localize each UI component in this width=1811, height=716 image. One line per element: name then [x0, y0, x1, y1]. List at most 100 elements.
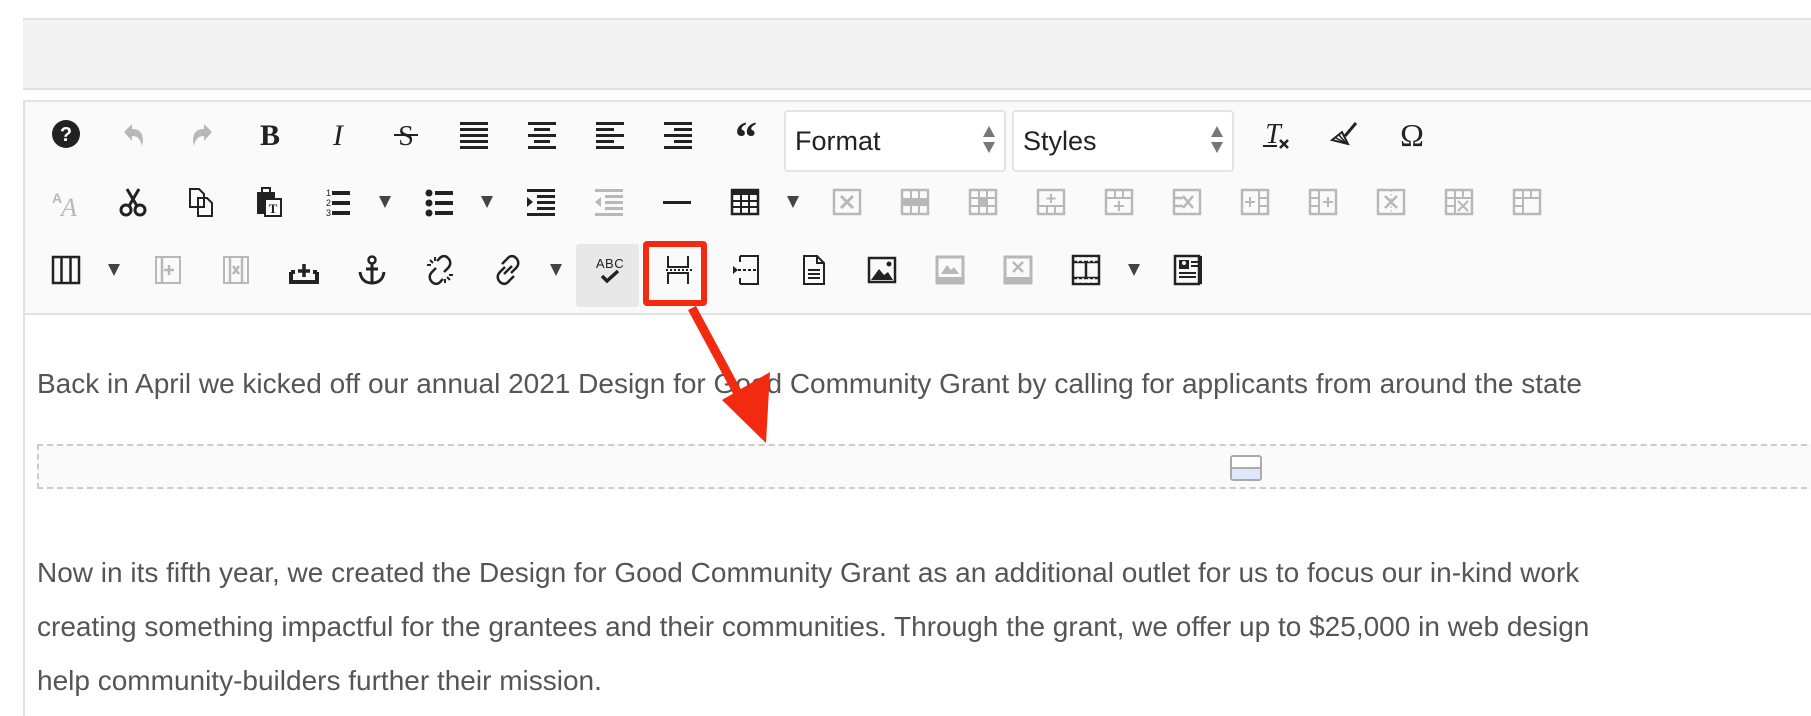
align-right-button[interactable] — [658, 114, 698, 154]
image-button[interactable] — [862, 250, 902, 290]
svg-text:T: T — [269, 201, 278, 216]
insert-col-before-icon — [1240, 188, 1270, 216]
insert-col-after-icon — [1308, 188, 1338, 216]
redo-icon — [193, 124, 212, 146]
image-remove-icon — [1003, 255, 1033, 285]
table-icon — [730, 188, 760, 216]
dropdown-arrow-icon[interactable] — [1128, 264, 1140, 276]
outdent-icon — [595, 189, 623, 216]
svg-text:ABC: ABC — [596, 256, 624, 271]
insert-col-after-button[interactable] — [1303, 182, 1343, 222]
numbered-list-icon: 123 — [326, 188, 350, 218]
bold-button[interactable]: B — [250, 114, 290, 154]
image-remove-button[interactable] — [998, 250, 1038, 290]
columns-icon — [51, 255, 81, 285]
align-left-button[interactable] — [590, 114, 630, 154]
dropdown-arrow-icon[interactable] — [108, 264, 120, 276]
delete-table-button[interactable] — [827, 182, 867, 222]
font-size-icon: AA — [52, 190, 77, 218]
copy-button[interactable] — [181, 182, 221, 222]
add-column-icon — [155, 256, 181, 284]
columns-button[interactable] — [46, 250, 86, 290]
spellcheck-abc-button[interactable]: ABC — [590, 250, 630, 290]
dropdown-arrow-icon[interactable] — [550, 264, 562, 276]
contact-card-icon — [1173, 254, 1202, 286]
delete-row-button[interactable] — [1167, 182, 1207, 222]
split-cell-icon — [1444, 188, 1474, 216]
remove-column-button[interactable] — [216, 250, 256, 290]
image-icon — [867, 256, 897, 284]
help-button[interactable]: ? — [46, 114, 86, 154]
insert-col-before-button[interactable] — [1235, 182, 1275, 222]
special-character-omega-button[interactable]: Ω — [1392, 114, 1432, 154]
page-break-placeholder[interactable] — [37, 444, 1811, 489]
table-cell-props-icon — [968, 188, 998, 216]
remove-format-button[interactable]: T — [1256, 114, 1296, 154]
help-icon: ? — [52, 120, 80, 148]
svg-text:2: 2 — [326, 198, 331, 208]
image-edit-icon — [935, 255, 965, 285]
format-select[interactable]: Format — [784, 110, 1006, 172]
split-cell-button[interactable] — [1439, 182, 1479, 222]
redo-button[interactable] — [182, 114, 222, 154]
document-button[interactable] — [794, 250, 834, 290]
dropdown-arrow-icon[interactable] — [379, 196, 391, 208]
paragraph: Now in its fifth year, we created the De… — [37, 546, 1589, 708]
table-button[interactable] — [725, 182, 765, 222]
svg-text:Ω: Ω — [1400, 118, 1424, 150]
svg-text:B: B — [260, 119, 280, 150]
add-column-button[interactable] — [148, 250, 188, 290]
italic-button[interactable]: I — [318, 114, 358, 154]
unlink-button[interactable] — [420, 250, 460, 290]
horizontal-rule-button[interactable] — [657, 182, 697, 222]
read-more-break-button[interactable] — [726, 250, 766, 290]
align-center-button[interactable] — [522, 114, 562, 154]
cut-scissors-button[interactable] — [113, 182, 153, 222]
cleanup-broom-button[interactable] — [1324, 114, 1364, 154]
anchor-button[interactable] — [352, 250, 392, 290]
special-character-omega-icon: Ω — [1400, 118, 1424, 150]
blockquote-button[interactable]: “ — [726, 114, 766, 154]
align-justify-button[interactable] — [454, 114, 494, 154]
editor-top-bar — [23, 18, 1811, 90]
insert-row-before-button[interactable] — [1031, 182, 1071, 222]
styles-select[interactable]: Styles — [1012, 110, 1234, 172]
outdent-button[interactable] — [589, 182, 629, 222]
insert-row-after-button[interactable] — [1099, 182, 1139, 222]
media-film-button[interactable] — [1066, 250, 1106, 290]
svg-text:“: “ — [735, 118, 757, 150]
anchor-icon — [358, 255, 386, 285]
table-row-props-icon — [900, 188, 930, 216]
svg-text:3: 3 — [326, 208, 331, 218]
dropdown-arrow-icon[interactable] — [787, 196, 799, 208]
select-spinner-icon — [1211, 126, 1223, 156]
delete-col-button[interactable] — [1371, 182, 1411, 222]
editor-toolbar: Format Styles ? B I S “ T Ω AA T 123 ABC — [25, 102, 1811, 315]
align-center-icon — [528, 122, 556, 149]
table-row-props-button[interactable] — [895, 182, 935, 222]
indent-button[interactable] — [521, 182, 561, 222]
contact-card-button[interactable] — [1168, 250, 1208, 290]
strikethrough-icon: S — [394, 121, 418, 150]
font-size-button[interactable]: AA — [45, 182, 85, 222]
dropdown-arrow-icon[interactable] — [481, 196, 493, 208]
editor-content[interactable]: Back in April we kicked off our annual 2… — [37, 315, 1811, 716]
image-edit-button[interactable] — [930, 250, 970, 290]
bullet-list-button[interactable] — [419, 182, 459, 222]
italic-icon: I — [332, 119, 345, 150]
strikethrough-button[interactable]: S — [386, 114, 426, 154]
indent-icon — [527, 189, 555, 216]
table-cell-props-button[interactable] — [963, 182, 1003, 222]
insert-row-before-icon — [1036, 188, 1066, 216]
read-more-break-icon — [733, 255, 759, 285]
paste-text-button[interactable]: T — [249, 182, 289, 222]
upload-button[interactable] — [284, 250, 324, 290]
numbered-list-button[interactable]: 123 — [317, 182, 357, 222]
paste-text-icon: T — [257, 187, 282, 217]
undo-button[interactable] — [114, 114, 154, 154]
format-select-value: Format — [795, 126, 881, 156]
align-left-icon — [596, 122, 624, 149]
merge-cells-button[interactable] — [1507, 182, 1547, 222]
link-button[interactable] — [488, 250, 528, 290]
copy-icon — [189, 188, 213, 217]
